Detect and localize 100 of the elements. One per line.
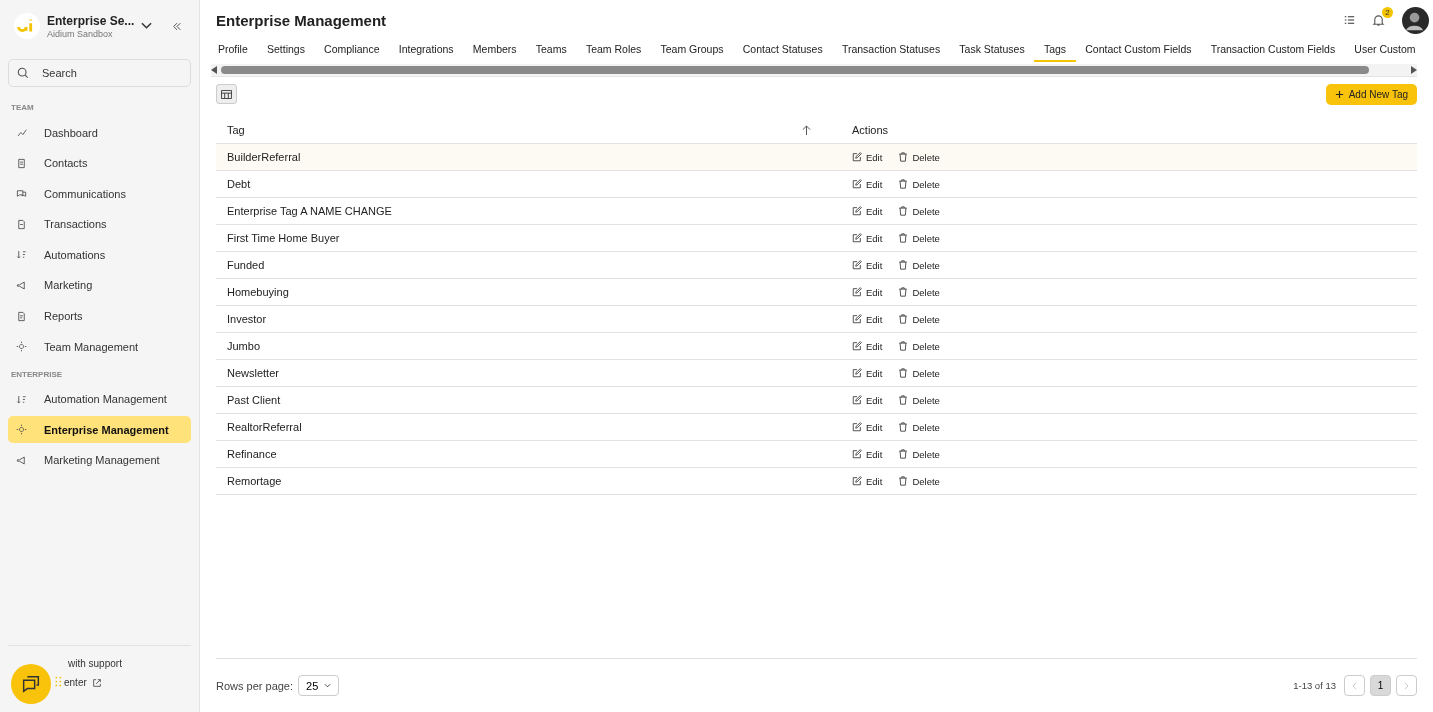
tab[interactable]: Profile: [216, 40, 258, 62]
nav-item[interactable]: Automations: [8, 241, 191, 269]
delete-link[interactable]: Delete: [898, 421, 940, 433]
tag-name: Refinance: [227, 448, 277, 460]
edit-icon: [852, 206, 862, 216]
megaphone-icon: [16, 279, 27, 291]
bell-icon[interactable]: [1372, 13, 1385, 27]
tab[interactable]: Contact Statuses: [733, 40, 833, 62]
chat-icon: [20, 673, 42, 695]
edit-link[interactable]: Edit: [852, 448, 883, 460]
delete-link[interactable]: Delete: [898, 394, 940, 406]
trash-icon: [898, 287, 909, 297]
tag-name: Homebuying: [227, 286, 289, 298]
document-icon: [16, 310, 27, 322]
nav-item[interactable]: Transactions: [8, 210, 191, 238]
edit-link[interactable]: Edit: [852, 232, 883, 244]
edit-link[interactable]: Edit: [852, 340, 883, 352]
nav-item[interactable]: Marketing: [8, 271, 191, 299]
rows-per-page-select[interactable]: 25: [298, 675, 340, 696]
trash-icon: [898, 449, 909, 459]
edit-link[interactable]: Edit: [852, 367, 883, 379]
horizontal-scrollbar[interactable]: [211, 64, 1417, 77]
tag-name: Past Client: [227, 394, 281, 406]
nav-item[interactable]: Reports: [8, 302, 191, 330]
tab[interactable]: Compliance: [314, 40, 390, 62]
column-header[interactable]: Tag: [227, 124, 245, 136]
add-tag-button[interactable]: Add New Tag: [1325, 83, 1417, 105]
edit-link[interactable]: Edit: [852, 205, 883, 217]
nav-item[interactable]: Contacts: [8, 149, 191, 177]
nav-item[interactable]: Dashboard: [8, 119, 191, 146]
edit-icon: [852, 476, 862, 486]
delete-link[interactable]: Delete: [898, 232, 940, 244]
delete-link[interactable]: Delete: [898, 259, 940, 271]
tab[interactable]: Members: [463, 40, 527, 62]
tab[interactable]: Settings: [257, 40, 315, 62]
trash-icon: [898, 260, 909, 270]
trash-icon: [898, 422, 909, 432]
sort-arrow-icon[interactable]: [802, 124, 811, 136]
search-field[interactable]: Search: [8, 59, 191, 87]
delete-link[interactable]: Delete: [898, 286, 940, 298]
support-text: with support: [68, 658, 122, 669]
org-name: Enterprise Se...: [47, 13, 136, 29]
scroll-right-icon[interactable]: [1411, 66, 1417, 74]
nav-item[interactable]: Marketing Management: [8, 446, 191, 474]
chat-bubbles-icon: [16, 188, 27, 200]
page-title: Enterprise Management: [216, 11, 388, 29]
nav-item[interactable]: Communications: [8, 180, 191, 208]
delete-link[interactable]: Delete: [898, 313, 940, 325]
tab[interactable]: Integrations: [389, 40, 464, 62]
tab[interactable]: Team Groups: [650, 40, 734, 62]
tab[interactable]: Task Statuses: [949, 40, 1035, 62]
trash-icon: [898, 368, 909, 378]
tab[interactable]: Team Roles: [576, 40, 651, 62]
section-heading: ENTERPRISE: [10, 368, 64, 381]
delete-link[interactable]: Delete: [898, 448, 940, 460]
delete-link[interactable]: Delete: [898, 178, 940, 190]
sort-icon: [16, 249, 27, 261]
edit-link[interactable]: Edit: [852, 286, 883, 298]
gear-icon: [16, 424, 27, 436]
trash-icon: [898, 314, 909, 324]
delete-link[interactable]: Delete: [898, 340, 940, 352]
tab[interactable]: Transaction Statuses: [832, 40, 950, 62]
delete-link[interactable]: Delete: [898, 475, 940, 487]
sort-icon: [16, 393, 27, 405]
chat-button[interactable]: [11, 664, 51, 704]
tab[interactable]: Contact Custom Fields: [1075, 40, 1202, 62]
page-button[interactable]: 1: [1370, 675, 1391, 696]
trash-icon: [898, 341, 909, 351]
help-link[interactable]: enter: [64, 677, 87, 688]
trash-icon: [898, 233, 909, 243]
edit-icon: [852, 368, 862, 378]
edit-link[interactable]: Edit: [852, 313, 883, 325]
edit-icon: [852, 287, 862, 297]
scroll-left-icon[interactable]: [211, 66, 217, 74]
nav-item[interactable]: Automation Management: [8, 385, 191, 413]
nav-item[interactable]: Team Management: [8, 333, 191, 361]
collapse-icon[interactable]: [172, 21, 182, 31]
delete-link[interactable]: Delete: [898, 367, 940, 379]
edit-link[interactable]: Edit: [852, 151, 883, 163]
task-list-icon[interactable]: [1344, 15, 1355, 25]
edit-link[interactable]: Edit: [852, 178, 883, 190]
delete-link[interactable]: Delete: [898, 151, 940, 163]
chevron-down-icon[interactable]: [141, 22, 152, 30]
avatar[interactable]: [1402, 6, 1429, 34]
table-view-button[interactable]: [216, 84, 237, 104]
edit-link[interactable]: Edit: [852, 421, 883, 433]
tab[interactable]: User Custom: [1344, 40, 1416, 62]
tab[interactable]: Teams: [526, 40, 577, 62]
external-link-icon: [91, 677, 102, 688]
tab[interactable]: Tags: [1034, 40, 1076, 62]
tab[interactable]: Transaction Custom Fields: [1201, 40, 1345, 62]
tag-name: Debt: [227, 178, 251, 190]
trash-icon: [898, 395, 909, 405]
edit-link[interactable]: Edit: [852, 259, 883, 271]
delete-link[interactable]: Delete: [898, 205, 940, 217]
nav-item[interactable]: Enterprise Management: [8, 416, 191, 444]
edit-icon: [852, 314, 862, 324]
edit-link[interactable]: Edit: [852, 394, 883, 406]
edit-link[interactable]: Edit: [852, 475, 883, 487]
org-subtitle: Aidium Sandbox: [47, 28, 114, 39]
